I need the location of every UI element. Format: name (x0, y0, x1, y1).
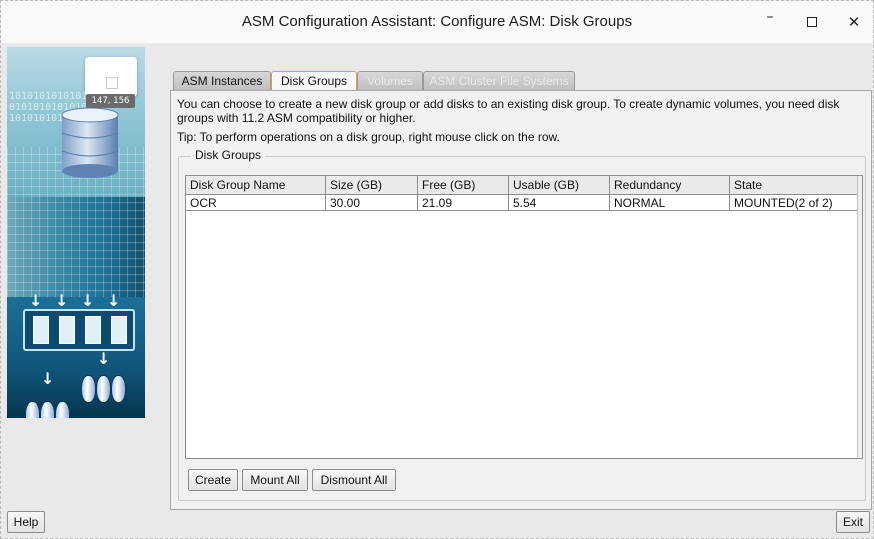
cell-size[interactable]: 30.00 (326, 195, 418, 211)
close-button[interactable]: ✕ (841, 10, 867, 34)
cell-disk-group-name[interactable]: OCR (186, 195, 326, 211)
disk-groups-fieldset: Disk Groups Disk Group Name Size (GB) Fr… (178, 148, 866, 501)
maximize-icon (807, 17, 817, 27)
column-header-redundancy[interactable]: Redundancy (610, 176, 730, 194)
title-bar: ASM Configuration Assistant: Configure A… (1, 1, 873, 43)
column-header-state[interactable]: State (730, 176, 858, 194)
column-header-disk-group-name[interactable]: Disk Group Name (186, 176, 326, 194)
exit-button[interactable]: Exit (836, 511, 870, 533)
minimize-icon: – (766, 9, 774, 25)
cell-usable[interactable]: 5.54 (509, 195, 610, 211)
database-icon (61, 107, 119, 178)
disk-group-icon (25, 401, 71, 418)
window-title: ASM Configuration Assistant: Configure A… (241, 13, 633, 30)
tip-text: Tip: To perform operations on a disk gro… (177, 130, 560, 144)
disk-groups-panel: You can choose to create a new disk grou… (170, 90, 872, 510)
arrow-down-icon: ↓ (107, 291, 121, 310)
column-header-usable[interactable]: Usable (GB) (509, 176, 610, 194)
tooltip-card (85, 57, 137, 97)
disk-groups-label: Disk Groups (191, 148, 266, 162)
arrow-down-icon: ↓ (97, 349, 111, 368)
info-text-line2: groups with 11.2 ASM compatibility or hi… (177, 111, 416, 125)
disk-group-icon (81, 375, 127, 403)
cell-state[interactable]: MOUNTED(2 of 2) (730, 195, 858, 211)
column-header-free[interactable]: Free (GB) (418, 176, 509, 194)
arrow-down-icon: ↓ (55, 291, 69, 310)
disk-groups-table: Disk Group Name Size (GB) Free (GB) Usab… (185, 175, 863, 459)
storage-array-icon (23, 309, 135, 351)
cell-redundancy[interactable]: NORMAL (610, 195, 730, 211)
column-header-size[interactable]: Size (GB) (326, 176, 418, 194)
dismount-all-button[interactable]: Dismount All (312, 469, 396, 491)
close-icon: ✕ (847, 13, 861, 31)
arrow-down-icon: ↓ (81, 291, 95, 310)
dialog-window: ASM Configuration Assistant: Configure A… (0, 0, 874, 539)
table-header: Disk Group Name Size (GB) Free (GB) Usab… (186, 176, 858, 195)
coordinate-readout: 147, 156 (86, 94, 135, 108)
square-icon (106, 77, 118, 89)
tab-asm-cluster-file-systems[interactable]: ASM Cluster File Systems (423, 71, 575, 90)
arrow-down-icon: ↓ (29, 291, 43, 310)
table-row[interactable]: OCR 30.00 21.09 5.54 NORMAL MOUNTED(2 of… (186, 195, 858, 211)
maximize-button[interactable] (799, 10, 825, 34)
tab-disk-groups[interactable]: Disk Groups (271, 71, 357, 91)
tab-volumes[interactable]: Volumes (357, 71, 423, 90)
create-button[interactable]: Create (188, 469, 238, 491)
minimize-button[interactable]: – (757, 5, 783, 29)
info-text-line1: You can choose to create a new disk grou… (177, 97, 840, 111)
help-button[interactable]: Help (7, 511, 45, 533)
table-scrollbar[interactable] (857, 176, 862, 458)
tab-asm-instances[interactable]: ASM Instances (173, 71, 271, 90)
mount-all-button[interactable]: Mount All (242, 469, 308, 491)
cell-free[interactable]: 21.09 (418, 195, 509, 211)
arrow-down-icon: ↓ (41, 369, 55, 388)
